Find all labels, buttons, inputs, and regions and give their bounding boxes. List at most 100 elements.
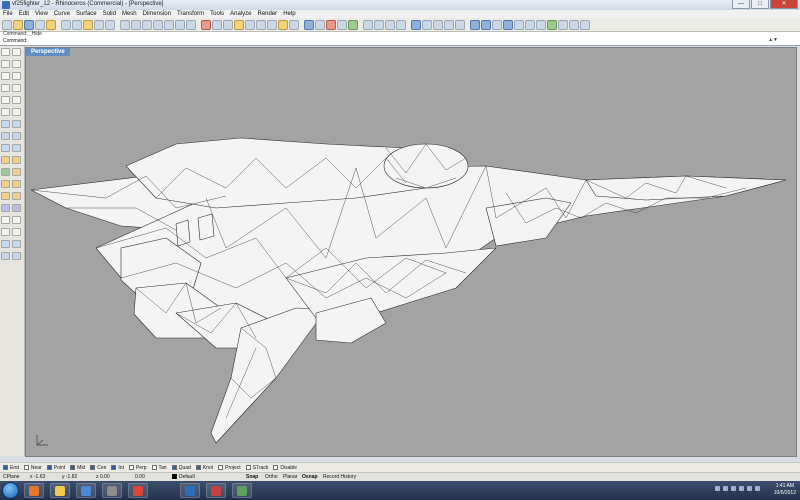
curve-icon[interactable] [12, 60, 21, 68]
osnap-checkbox[interactable] [151, 465, 157, 470]
network-icon[interactable] [747, 486, 752, 491]
command-input[interactable] [30, 37, 760, 44]
menu-tools[interactable]: Tools [210, 10, 224, 18]
osnap-near[interactable]: Near [23, 465, 42, 471]
minimize-button[interactable]: — [732, 0, 750, 9]
revolve-icon[interactable] [12, 132, 21, 140]
menu-transform[interactable]: Transform [177, 10, 204, 18]
status-record-history[interactable]: Record History [323, 474, 356, 480]
osnap-checkbox[interactable] [171, 465, 177, 470]
taskbar-app-media[interactable] [76, 483, 96, 498]
text-icon[interactable] [12, 252, 21, 260]
osnap-knot[interactable]: Knot [195, 465, 213, 471]
ellipse-icon[interactable] [1, 84, 10, 92]
osnap-checkbox[interactable] [46, 465, 52, 470]
rectangle-icon[interactable] [12, 84, 21, 92]
osnap-tan[interactable]: Tan [151, 465, 167, 471]
options-icon[interactable] [337, 19, 347, 30]
move-icon[interactable] [1, 216, 10, 224]
layer-icon[interactable] [304, 19, 314, 30]
undo-icon[interactable] [94, 19, 104, 30]
status-layer[interactable]: Default [172, 474, 195, 480]
osnap-perp[interactable]: Perp [128, 465, 147, 471]
cplane-icon[interactable] [223, 19, 233, 30]
menu-curve[interactable]: Curve [54, 10, 70, 18]
osnap-int[interactable]: Int [111, 465, 124, 471]
osnap-checkbox[interactable] [245, 465, 251, 470]
join-icon[interactable] [12, 180, 21, 188]
rhino-app-icon[interactable] [2, 1, 10, 9]
sphere-icon[interactable] [12, 144, 21, 152]
osnap-checkbox[interactable] [23, 465, 29, 470]
menu-analyze[interactable]: Analyze [230, 10, 251, 18]
freeform-icon[interactable] [12, 96, 21, 104]
zoom-selected-icon[interactable] [175, 19, 185, 30]
osnap-checkbox[interactable] [90, 465, 96, 470]
xray-icon[interactable] [455, 19, 465, 30]
boolean-union-icon[interactable] [1, 156, 10, 164]
osnap-mid[interactable]: Mid [70, 465, 85, 471]
analyze-direction-icon[interactable] [396, 19, 406, 30]
save-icon[interactable] [24, 19, 34, 30]
print-icon[interactable] [35, 19, 45, 30]
osnap-checkbox[interactable] [3, 465, 8, 470]
status-ortho[interactable]: Ortho [265, 474, 278, 480]
polyline-icon[interactable] [1, 60, 10, 68]
volume-icon[interactable] [755, 486, 760, 491]
status-osnap[interactable]: Osnap [302, 474, 318, 480]
osnap-disable[interactable]: Disable [273, 465, 297, 471]
arc-icon[interactable] [12, 72, 21, 80]
osnap-checkbox[interactable] [111, 465, 117, 470]
array-icon[interactable] [12, 240, 21, 248]
ground-plane-icon[interactable] [536, 19, 546, 30]
paste-icon[interactable] [83, 19, 93, 30]
open-file-icon[interactable] [13, 19, 23, 30]
tray-icon[interactable] [715, 486, 720, 491]
import-icon[interactable] [46, 19, 56, 30]
menu-view[interactable]: View [35, 10, 48, 18]
group-icon[interactable] [1, 204, 10, 212]
render-preview-icon[interactable] [481, 19, 491, 30]
render-icon[interactable] [503, 19, 513, 30]
hide-icon[interactable] [256, 19, 266, 30]
trim-icon[interactable] [1, 192, 10, 200]
osnap-checkbox[interactable] [273, 465, 279, 470]
command-scroll-arrows[interactable]: ▲▼ [768, 37, 778, 43]
pan-icon[interactable] [120, 19, 130, 30]
menu-render[interactable]: Render [258, 10, 278, 18]
osnap-checkbox[interactable] [70, 465, 76, 470]
loft-icon[interactable] [1, 132, 10, 140]
lock-icon[interactable] [278, 19, 288, 30]
ungroup-icon[interactable] [12, 204, 21, 212]
menu-file[interactable]: File [3, 10, 13, 18]
point-icon[interactable] [12, 48, 21, 56]
material-icon[interactable] [492, 19, 502, 30]
menu-help[interactable]: Help [283, 10, 295, 18]
fillet-curve-icon[interactable] [12, 108, 21, 116]
extrude-icon[interactable] [12, 120, 21, 128]
select-all-icon[interactable] [245, 19, 255, 30]
four-viewports-icon[interactable] [201, 19, 211, 30]
box-icon[interactable] [1, 144, 10, 152]
render-settings-icon[interactable] [580, 19, 590, 30]
show-icon[interactable] [267, 19, 277, 30]
select-arrow-icon[interactable] [1, 48, 10, 56]
split-icon[interactable] [12, 192, 21, 200]
osnap-checkbox[interactable] [195, 465, 201, 470]
light-manager-icon[interactable] [569, 19, 579, 30]
status-snap[interactable]: Snap [246, 474, 258, 480]
points-on-icon[interactable] [363, 19, 373, 30]
match-properties-icon[interactable] [326, 19, 336, 30]
osnap-strack[interactable]: STrack [245, 465, 268, 471]
scale-icon[interactable] [12, 228, 21, 236]
menu-mesh[interactable]: Mesh [122, 10, 137, 18]
boolean-difference-icon[interactable] [12, 156, 21, 164]
edit-points-icon[interactable] [385, 19, 395, 30]
explode-icon[interactable] [1, 180, 10, 188]
wireframe-icon[interactable] [411, 19, 421, 30]
mirror-icon[interactable] [1, 240, 10, 248]
undo-view-icon[interactable] [186, 19, 196, 30]
taskbar-app-firefox[interactable] [24, 483, 44, 498]
menu-surface[interactable]: Surface [76, 10, 97, 18]
texture-icon[interactable] [547, 19, 557, 30]
